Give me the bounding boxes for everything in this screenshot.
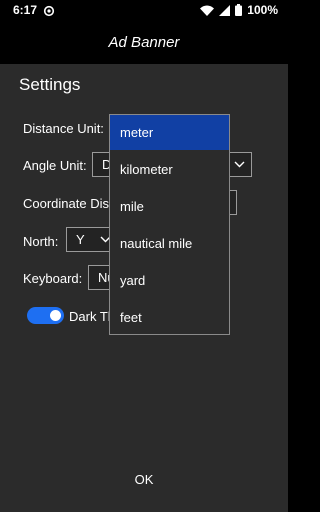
status-bar: 6:17 100% <box>0 0 288 22</box>
coordinate-display-label: Coordinate Disp <box>23 196 117 211</box>
sync-icon <box>43 4 55 17</box>
ok-button[interactable]: OK <box>124 466 164 494</box>
wifi-icon <box>200 5 215 16</box>
angle-unit-label: Angle Unit: <box>23 158 87 173</box>
chevron-down-icon <box>234 161 245 168</box>
signal-icon <box>219 4 231 16</box>
ad-banner[interactable]: Ad Banner <box>0 22 288 84</box>
battery-percent: 100% <box>247 3 278 17</box>
distance-unit-dropdown: meter kilometer mile nautical mile yard … <box>109 114 230 335</box>
keyboard-label: Keyboard: <box>23 271 83 286</box>
status-right: 100% <box>200 3 278 17</box>
dark-theme-toggle[interactable] <box>27 307 64 324</box>
north-value: Y <box>76 232 85 247</box>
north-label: North: <box>23 234 59 249</box>
dropdown-option-meter[interactable]: meter <box>110 115 229 150</box>
dropdown-option-nautical-mile[interactable]: nautical mile <box>110 226 229 261</box>
toggle-knob <box>50 310 61 321</box>
dialog-title: Settings <box>19 75 81 94</box>
dropdown-option-kilometer[interactable]: kilometer <box>110 152 229 187</box>
dropdown-option-yard[interactable]: yard <box>110 263 229 298</box>
distance-unit-label: Distance Unit: <box>23 121 104 136</box>
status-time: 6:17 <box>13 3 38 17</box>
battery-icon <box>235 4 243 16</box>
dropdown-option-feet[interactable]: feet <box>110 300 229 335</box>
ad-banner-text: Ad Banner <box>108 34 180 51</box>
dropdown-option-mile[interactable]: mile <box>110 189 229 224</box>
